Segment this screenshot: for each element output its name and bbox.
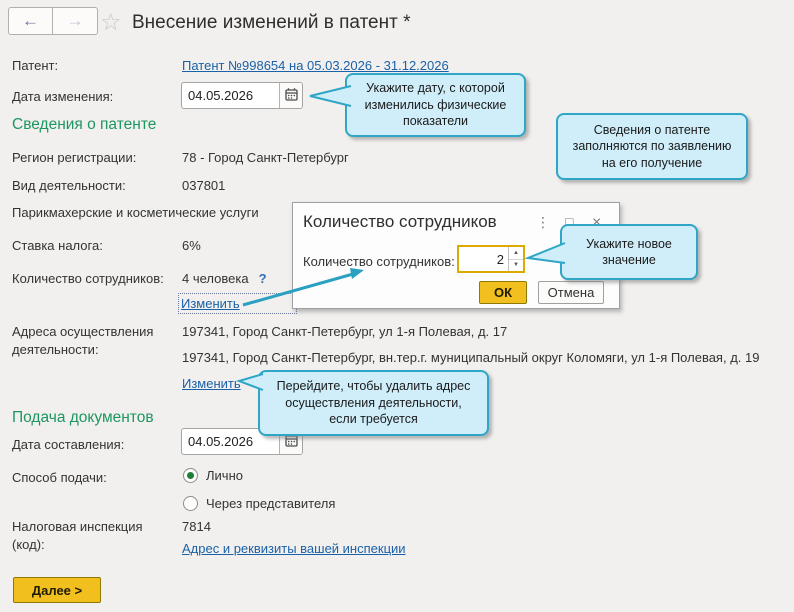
spinner-up-icon[interactable]: ▲ (509, 247, 523, 259)
tax-office-code-value: 7814 (182, 519, 211, 534)
address-item: 197341, Город Санкт-Петербург, ул 1-я По… (182, 324, 507, 339)
dialog-employees-label: Количество сотрудников: (303, 254, 455, 269)
calendar-icon (284, 87, 299, 105)
change-date-label: Дата изменения: (12, 89, 113, 104)
change-date-calendar-button[interactable] (279, 83, 302, 108)
tax-rate-label: Ставка налога: (12, 238, 103, 253)
employees-value: 4 человека (182, 271, 249, 286)
kebab-menu-icon[interactable]: ⋮ (536, 214, 550, 231)
cancel-button[interactable]: Отмена (538, 281, 604, 304)
callout-address-hint: Перейдите, чтобы удалить адрес осуществл… (258, 370, 489, 436)
activity-label: Вид деятельности: (12, 178, 126, 193)
change-date-input[interactable]: 04.05.2026 (182, 83, 279, 108)
region-label: Регион регистрации: (12, 150, 136, 165)
forward-button[interactable]: → (53, 7, 98, 35)
employees-row: 4 человека ? (182, 271, 267, 286)
compose-date-label: Дата составления: (12, 437, 124, 452)
radio-label: Через представителя (206, 496, 335, 511)
section-submission: Подача документов (12, 409, 154, 427)
employees-count-input[interactable]: 2 (459, 247, 508, 271)
tax-office-label-line2: (код): (12, 537, 45, 552)
address-item: 197341, Город Санкт-Петербург, вн.тер.г.… (182, 350, 759, 365)
addresses-label-line2: деятельности: (12, 342, 99, 357)
favorite-star-icon[interactable]: ☆ (100, 8, 122, 37)
radio-option-lichno[interactable]: Лично (183, 468, 243, 483)
callout-patent-info-hint: Сведения о патенте заполняются по заявле… (556, 113, 748, 180)
page-title: Внесение изменений в патент * (132, 12, 411, 34)
radio-option-representative[interactable]: Через представителя (183, 496, 335, 511)
inspection-details-link[interactable]: Адрес и реквизиты вашей инспекции (182, 541, 406, 556)
radio-unselected-icon[interactable] (183, 496, 198, 511)
callout-change-date-hint: Укажите дату, с которой изменились физич… (345, 73, 526, 137)
employees-count-input-group: 2 ▲ ▼ (457, 245, 525, 273)
callout-new-value-hint: Укажите новое значение (560, 224, 698, 280)
change-addresses-link[interactable]: Изменить (182, 376, 241, 391)
back-button[interactable]: ← (8, 7, 53, 35)
activity-description: Парикмахерские и косметические услуги (12, 205, 259, 220)
employees-label: Количество сотрудников: (12, 271, 164, 286)
spinner-down-icon[interactable]: ▼ (509, 259, 523, 272)
help-icon[interactable]: ? (259, 271, 267, 286)
patent-link[interactable]: Патент №998654 на 05.03.2026 - 31.12.202… (182, 58, 449, 73)
back-arrow-icon: ← (22, 11, 39, 31)
radio-selected-icon[interactable] (183, 468, 198, 483)
tax-rate-value: 6% (182, 238, 201, 253)
patent-label: Патент: (12, 58, 58, 73)
section-patent-info: Сведения о патенте (12, 116, 156, 134)
change-employees-link[interactable]: Изменить (181, 296, 240, 311)
region-value: 78 - Город Санкт-Петербург (182, 150, 349, 165)
patent-change-form: ← → ☆ Внесение изменений в патент * Пате… (0, 0, 794, 612)
radio-label: Лично (206, 468, 243, 483)
addresses-label-line1: Адреса осуществления (12, 324, 153, 339)
submit-method-label: Способ подачи: (12, 470, 107, 485)
next-button[interactable]: Далее > (13, 577, 101, 603)
ok-button[interactable]: ОК (479, 281, 527, 304)
nav-buttons: ← → (8, 7, 98, 35)
tax-office-label-line1: Налоговая инспекция (12, 519, 143, 534)
forward-arrow-icon: → (67, 11, 84, 31)
change-date-input-group: 04.05.2026 (181, 82, 303, 109)
dialog-title: Количество сотрудников (303, 212, 497, 232)
spinner: ▲ ▼ (508, 247, 523, 271)
activity-code-value: 037801 (182, 178, 225, 193)
